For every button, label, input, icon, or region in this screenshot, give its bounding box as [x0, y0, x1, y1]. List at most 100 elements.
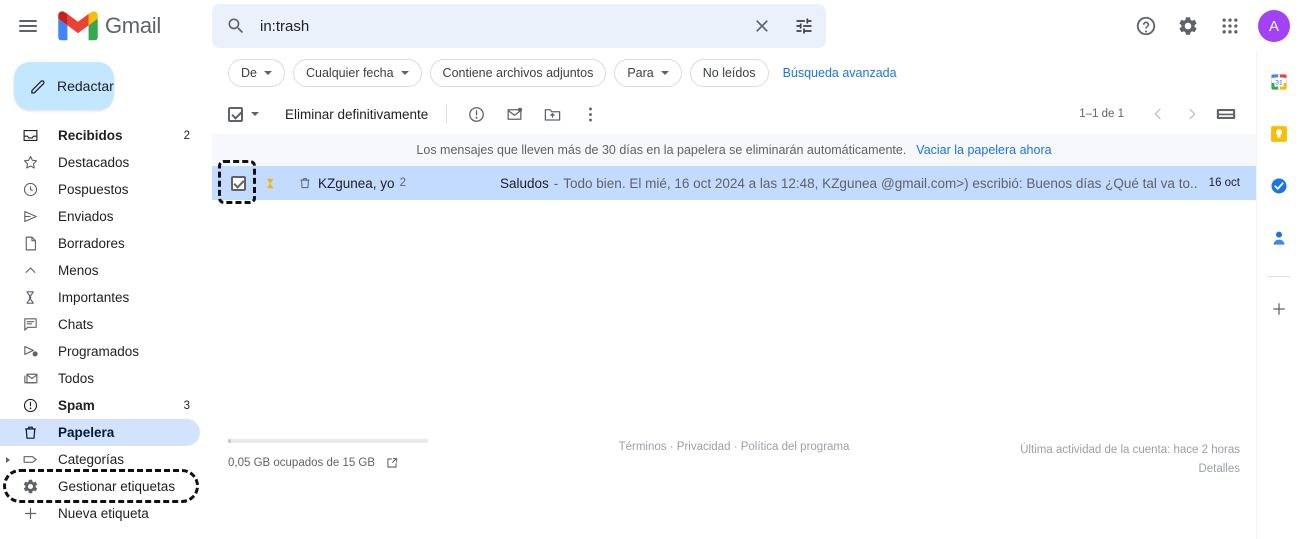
spam-icon: [20, 396, 40, 416]
gmail-logo[interactable]: Gmail: [58, 11, 161, 41]
chip-cualquier-fecha[interactable]: Cualquier fecha: [292, 59, 422, 87]
kebab-icon: [588, 107, 592, 121]
plus-icon: [20, 504, 40, 524]
empty-trash-link[interactable]: Vaciar la papelera ahora: [916, 143, 1051, 157]
sidebar-item-menos[interactable]: Menos: [0, 257, 200, 284]
sidebar-label: Programados: [58, 344, 140, 359]
main-menu-button[interactable]: [8, 6, 48, 46]
chat-icon: [20, 315, 40, 335]
tasks-icon: [1271, 178, 1286, 194]
chip-no-leidos[interactable]: No leídos: [689, 59, 769, 87]
sidebar-label: Gestionar etiquetas: [58, 479, 176, 494]
sidebar-item-spam[interactable]: Spam 3: [0, 392, 200, 419]
chip-para[interactable]: Para: [614, 59, 682, 87]
sidebar-item-enviados[interactable]: Enviados: [0, 203, 200, 230]
google-apps-button[interactable]: [1210, 6, 1250, 46]
privacy-link[interactable]: Privacidad: [677, 441, 731, 453]
sidebar-label: Spam: [58, 398, 95, 413]
storage-text-wrap: 0,05 GB ocupados de 15 GB: [228, 456, 399, 470]
previous-page-button[interactable]: [1142, 98, 1174, 130]
plus-icon: [1272, 303, 1285, 315]
last-activity-text: Última actividad de la cuenta: hace 2 ho…: [1020, 444, 1240, 456]
chip-label: Para: [627, 66, 654, 80]
compose-label: Redactar: [57, 78, 114, 94]
footer-dot: ·: [733, 441, 738, 453]
terms-link[interactable]: Términos: [619, 441, 667, 453]
sidebar-item-chats[interactable]: Chats: [0, 311, 200, 338]
sidebar-item-programados[interactable]: Programados: [0, 338, 200, 365]
last-activity: Última actividad de la cuenta: hace 2 ho…: [1020, 441, 1240, 479]
table-row[interactable]: KZgunea, yo 2 Saludos - Todo bien. El mi…: [212, 160, 1256, 204]
calendar-button[interactable]: 31: [1261, 64, 1297, 100]
calendar-icon: 31: [1270, 74, 1287, 90]
label-icon: [20, 450, 40, 470]
sender-name: KZgunea, yo: [318, 175, 395, 191]
open-in-new-icon: [387, 458, 398, 468]
mark-as-read-button[interactable]: [497, 97, 531, 131]
next-page-button[interactable]: [1176, 98, 1208, 130]
calendar-day: 31: [1275, 80, 1283, 87]
report-spam-button[interactable]: [459, 97, 493, 131]
all-mail-icon: [20, 369, 40, 389]
snippet-after: @gmail.com>) escribió: Buenos días ¿Qué …: [880, 175, 1197, 191]
chevron-down-icon: [400, 71, 409, 75]
manage-storage-button[interactable]: [385, 456, 399, 470]
search-input[interactable]: [256, 16, 742, 36]
advanced-search-link[interactable]: Búsqueda avanzada: [783, 66, 897, 80]
main-content: De Cualquier fecha Contiene archivos adj…: [212, 52, 1256, 539]
search-filter-chips: De Cualquier fecha Contiene archivos adj…: [212, 52, 1256, 94]
sidebar-item-pospuestos[interactable]: Pospuestos: [0, 176, 200, 203]
trash-icon: [20, 423, 40, 443]
compose-button[interactable]: Redactar: [14, 62, 114, 110]
sidebar-count: 2: [183, 129, 190, 142]
page-count: 1–1 de 1: [1079, 108, 1124, 120]
permanent-delete-button[interactable]: Eliminar definitivamente: [285, 107, 428, 122]
chip-de[interactable]: De: [228, 59, 285, 87]
sidebar-item-importantes[interactable]: Importantes: [0, 284, 200, 311]
tasks-button[interactable]: [1261, 168, 1297, 204]
sidebar: Redactar Recibidos 2 Destacados Pospuest…: [0, 52, 212, 539]
keep-button[interactable]: [1261, 116, 1297, 152]
chip-contiene-archivos-adjuntos[interactable]: Contiene archivos adjuntos: [429, 59, 607, 87]
sidebar-label: Pospuestos: [58, 182, 129, 197]
settings-button[interactable]: [1168, 6, 1208, 46]
checkbox-icon: [228, 106, 243, 122]
sidebar-label: Destacados: [58, 155, 130, 170]
clear-search-button[interactable]: [742, 6, 782, 46]
search-options-button[interactable]: [784, 6, 824, 46]
row-checkbox[interactable]: [228, 175, 248, 191]
important-icon: [20, 288, 40, 308]
inbox-icon: [20, 126, 40, 146]
keyboard-icon: [1216, 109, 1236, 119]
sidebar-label: Todos: [58, 371, 95, 386]
chip-label: No leídos: [702, 66, 756, 80]
sidebar-item-gestionar-etiquetas[interactable]: Gestionar etiquetas: [0, 473, 200, 500]
select-all-checkbox[interactable]: [228, 106, 259, 122]
sidebar-item-todos[interactable]: Todos: [0, 365, 200, 392]
sidebar-item-papelera[interactable]: Papelera: [0, 419, 200, 446]
sidebar-item-borradores[interactable]: Borradores: [0, 230, 200, 257]
details-link[interactable]: Detalles: [1020, 460, 1240, 479]
checkbox-icon: [230, 175, 246, 191]
avatar[interactable]: A: [1258, 10, 1290, 42]
search-button[interactable]: [216, 6, 256, 46]
search-icon: [228, 18, 244, 34]
input-tools-button[interactable]: [1210, 103, 1244, 125]
close-icon: [756, 20, 768, 32]
sidebar-item-recibidos[interactable]: Recibidos 2: [0, 122, 200, 149]
sidebar-item-nueva-etiqueta[interactable]: Nueva etiqueta: [0, 500, 200, 527]
move-to-button[interactable]: [535, 97, 569, 131]
sidebar-item-categorias[interactable]: Categorías: [0, 446, 200, 473]
get-addons-button[interactable]: [1261, 291, 1297, 327]
contacts-button[interactable]: [1261, 220, 1297, 256]
importance-marker-icon[interactable]: [260, 176, 280, 191]
star-icon: [20, 153, 40, 173]
chevron-down-icon: [251, 112, 259, 116]
more-options-button[interactable]: [573, 97, 607, 131]
help-button[interactable]: [1126, 6, 1166, 46]
keep-icon: [1270, 126, 1287, 142]
program-policy-link[interactable]: Política del programa: [741, 441, 850, 453]
contacts-icon: [1273, 231, 1284, 245]
sidebar-item-destacados[interactable]: Destacados: [0, 149, 200, 176]
tune-icon: [796, 18, 812, 34]
